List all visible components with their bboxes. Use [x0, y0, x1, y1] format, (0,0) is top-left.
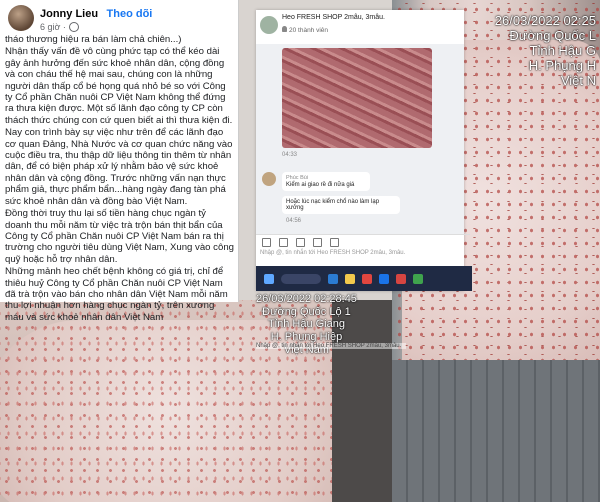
post-header: Jonny Lieu Theo dõi 6 giờ · [8, 4, 152, 32]
stamp-datetime: 26/03/2022 02:25 [494, 13, 596, 28]
composer-toolbar [256, 234, 470, 249]
photo-timestamp-right: 26/03/2022 02:25 Đường Quốc L Tỉnh Hậu G… [494, 13, 596, 89]
globe-icon [68, 22, 79, 32]
stamp-road: Đường Quốc L [509, 27, 596, 43]
emoji-icon[interactable] [262, 237, 271, 247]
post-paragraph: tháo thương hiệu ra bán làm chả chiên...… [5, 34, 182, 45]
message-text: Hoặc lúc nạc kiểm chổ nào làm lạp xưởng [286, 199, 380, 211]
stamp-province: Tỉnh Hậu G [529, 42, 596, 58]
sender-name: Phúc Bùi [286, 175, 309, 181]
taskbar-search[interactable] [281, 273, 321, 284]
post-paragraph: Nhận thấy vấn đề vô cùng phức tạp có thể… [5, 46, 233, 126]
chat-header: Heo FRESH SHOP 2mâu, 3mâu. 20 thành viên [256, 10, 464, 45]
message-bubble: Phúc Bùi Kiểm ai giao rề đi nữa giá [282, 172, 370, 191]
attach-icon[interactable] [296, 237, 305, 247]
stamp-road: Đường Quốc Lộ 1 [262, 305, 351, 318]
stamp-country: Việt N [560, 72, 596, 88]
message-text: Kiểm ai giao rề đi nữa giá [286, 182, 355, 188]
post-paragraph: Những mảnh heo chết bệnh không có giá tr… [5, 266, 228, 323]
stamp-town: H. Phụng H [528, 57, 596, 73]
person-icon [282, 26, 287, 32]
post-body: tháo thương hiệu ra bán làm chả chiên...… [5, 34, 235, 324]
start-icon[interactable] [264, 273, 274, 284]
chat-window: Heo FRESH SHOP 2mâu, 3mâu. 20 thành viên… [256, 10, 472, 291]
edge-icon[interactable] [328, 273, 338, 284]
post-meta: 6 giờ · [40, 22, 152, 32]
group-avatar[interactable] [260, 16, 278, 34]
message-list[interactable]: 04:33 Phúc Bùi Kiểm ai giao rề đi nữa gi… [256, 44, 464, 234]
avatar[interactable] [8, 5, 34, 31]
screenshot-icon[interactable] [313, 237, 322, 247]
post-paragraph: Nay con trình bày sự việc như trên để cá… [5, 127, 233, 207]
message-time: 04:56 [286, 218, 302, 224]
member-count[interactable]: 20 thành viên [282, 26, 328, 34]
stamp-province: Tỉnh Hậu Giang [267, 318, 345, 331]
composer-overlay-text: Nhập @, tin nhắn tới Heo FRESH SHOP 2mâu… [256, 343, 406, 349]
excel-icon[interactable] [413, 273, 423, 284]
windows-taskbar [256, 266, 472, 291]
sender-avatar[interactable] [262, 172, 276, 186]
post-time[interactable]: 6 giờ · [40, 22, 66, 32]
member-count-label: 20 thành viên [289, 27, 329, 34]
facebook-post: Jonny Lieu Theo dõi 6 giờ · tháo thương … [0, 0, 239, 323]
message-bubble: Hoặc lúc nạc kiểm chổ nào làm lạp xưởng [282, 196, 400, 214]
stamp-datetime: 26/03/2022 02:28:45 [256, 293, 357, 305]
sticker-icon[interactable] [330, 237, 339, 247]
stamp-town: H. Phụng Hiệp [270, 330, 343, 343]
image-icon[interactable] [279, 237, 288, 247]
follow-link[interactable]: Theo dõi [107, 8, 153, 20]
message-input[interactable]: Nhập @, tin nhắn tới Heo FRESH SHOP 2mâu… [260, 250, 405, 256]
message-time: 04:33 [282, 152, 298, 158]
author-name[interactable]: Jonny Lieu [40, 8, 98, 20]
app-icon[interactable] [396, 273, 406, 284]
zalo-icon[interactable] [379, 273, 389, 284]
meat-photo-message[interactable] [282, 48, 432, 148]
chrome-icon[interactable] [362, 273, 372, 284]
floor-grate [392, 360, 600, 502]
chat-title[interactable]: Heo FRESH SHOP 2mâu, 3mâu. [282, 14, 385, 21]
post-paragraph: Đồng thời truy thu lại số tiền hàng chục… [5, 208, 234, 265]
folder-icon[interactable] [345, 273, 355, 284]
